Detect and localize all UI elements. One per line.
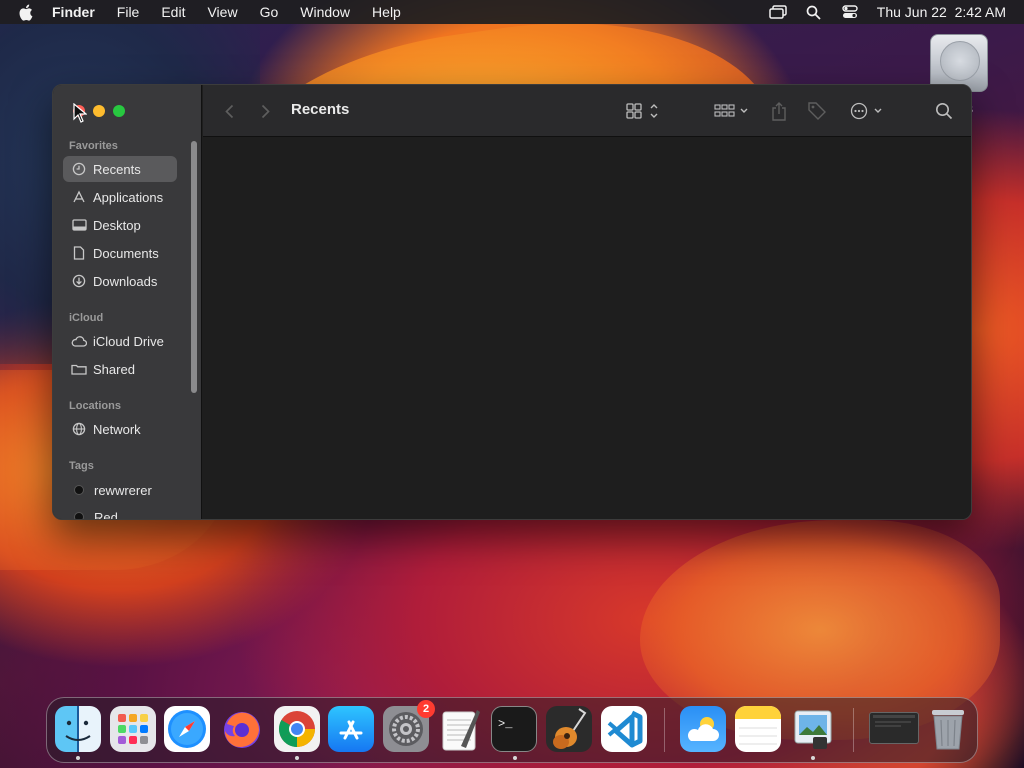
running-indicator [811,756,815,760]
dock-weather-icon[interactable] [680,706,726,752]
sidebar-item-network[interactable]: Network [63,416,177,442]
dock-preview-icon[interactable] [790,706,836,752]
menubar-clock[interactable]: Thu Jun 22 2:42 AM [877,4,1006,20]
shared-folder-icon [71,361,87,377]
download-icon [71,273,87,289]
dock-vscode-icon[interactable] [601,706,647,752]
dock-textedit-icon[interactable] [437,706,483,752]
spotlight-search-icon[interactable] [805,4,823,20]
back-button[interactable] [219,101,239,121]
sidebar-scrollbar[interactable] [191,141,197,393]
menu-file[interactable]: File [117,4,140,20]
sidebar-item-tag-rewwrerer[interactable]: rewwrerer [63,477,177,503]
sidebar-section-tags: Tags [69,460,94,472]
sidebar-item-label: Documents [93,245,159,261]
svg-text:>_: >_ [498,717,513,731]
sidebar-item-applications[interactable]: Applications [63,184,177,210]
running-indicator [295,756,299,760]
tag-icon[interactable] [807,100,827,122]
dock-minimized-window-icon[interactable] [869,712,919,744]
file-list-area[interactable] [203,138,971,519]
sidebar-item-desktop[interactable]: Desktop [63,212,177,238]
window-title: Recents [291,101,350,118]
sidebar-item-tag-red[interactable]: Red [63,504,177,520]
dock-safari-icon[interactable] [164,706,210,752]
sidebar-item-label: Red [94,509,118,520]
sidebar-item-label: Recents [93,161,141,177]
dock-firefox-icon[interactable] [219,706,265,752]
sidebar-item-label: Desktop [93,217,141,233]
dock-terminal-icon[interactable]: >_ [491,706,537,752]
sidebar-section-favorites: Favorites [69,140,118,152]
sidebar-item-recents[interactable]: Recents [63,156,177,182]
tag-color-dot [74,485,84,495]
dock-finder-icon[interactable] [55,706,101,752]
sidebar-item-label: rewwrerer [94,482,152,498]
dock-separator [853,708,854,752]
sidebar-section-icloud: iCloud [69,312,104,324]
dock-app-store-icon[interactable] [328,706,374,752]
globe-icon [71,421,87,437]
dock-notes-icon[interactable] [735,706,781,752]
mouse-pointer-icon [73,102,88,123]
applications-icon [71,189,87,205]
minimize-button[interactable] [93,105,105,117]
menu-edit[interactable]: Edit [161,4,185,20]
more-actions-icon[interactable] [850,100,886,122]
zoom-button[interactable] [113,105,125,117]
sidebar-item-label: Applications [93,189,164,205]
group-by-icon[interactable] [714,100,750,122]
menu-view[interactable]: View [207,4,237,20]
sidebar-item-label: Downloads [93,273,158,289]
view-mode-icon[interactable] [626,100,662,122]
dock-separator [664,708,665,752]
sidebar-item-icloud-drive[interactable]: iCloud Drive [63,328,177,354]
sidebar-item-label: Shared [93,361,135,377]
sidebar: Favorites Recents Applications Desktop D… [53,85,202,519]
control-center-icon[interactable] [841,4,859,20]
dock-garageband-icon[interactable] [546,706,592,752]
menu-window[interactable]: Window [300,4,350,20]
menu-bar: Finder File Edit View Go Window Help Thu… [0,0,1024,24]
notification-badge: 2 [417,700,435,718]
sidebar-item-shared[interactable]: Shared [63,356,177,382]
menu-help[interactable]: Help [372,4,401,20]
sidebar-section-locations: Locations [69,400,121,412]
dock-trash-icon[interactable] [925,706,971,752]
sidebar-item-downloads[interactable]: Downloads [63,268,177,294]
screen-mirroring-icon[interactable] [769,4,787,20]
desktop-icon [71,217,87,233]
sidebar-item-label: iCloud Drive [93,333,164,349]
forward-button[interactable] [255,101,275,121]
document-icon [71,245,87,261]
menu-app-finder[interactable]: Finder [52,4,95,20]
clock-icon [71,161,87,177]
running-indicator [76,756,80,760]
search-icon[interactable] [935,100,953,122]
menu-go[interactable]: Go [260,4,279,20]
dock-chrome-icon[interactable] [274,706,320,752]
cloud-icon [71,333,87,349]
toolbar: Recents [203,85,971,137]
sidebar-item-label: Network [93,421,141,437]
tag-color-dot [74,512,84,519]
dock-launchpad-icon[interactable] [110,706,156,752]
share-icon[interactable] [771,100,787,122]
apple-menu-icon[interactable] [18,4,36,21]
running-indicator [513,756,517,760]
finder-window: Favorites Recents Applications Desktop D… [52,84,972,520]
dock: 2 >_ [46,697,978,763]
dock-system-settings-icon[interactable]: 2 [383,700,435,752]
sidebar-item-documents[interactable]: Documents [63,240,177,266]
